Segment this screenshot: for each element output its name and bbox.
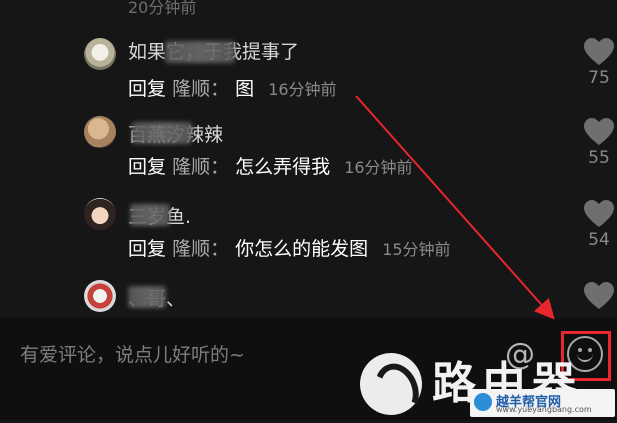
reply-target-name[interactable]: 隆顺： xyxy=(172,156,229,178)
like-count: 54 xyxy=(588,230,610,250)
reply-keyword: 回复 xyxy=(128,238,167,260)
comment-input[interactable]: 有爱评论，说点儿好听的~ xyxy=(20,340,245,367)
username-blur xyxy=(130,204,170,226)
watermark-logo-icon xyxy=(360,353,422,415)
heart-icon xyxy=(584,282,614,309)
avatar[interactable] xyxy=(84,280,116,312)
reply-message: 图 xyxy=(235,78,255,100)
heart-icon xyxy=(584,38,614,65)
reply-line[interactable]: 回复 隆顺： 你怎么的能发图 15分钟前 xyxy=(128,234,451,261)
like-count: 55 xyxy=(588,148,610,168)
reply-line[interactable]: 回复 隆顺： 图 16分钟前 xyxy=(128,74,337,101)
watermark-badge: 越羊帮官网 www.yueyangbang.com xyxy=(470,389,615,417)
like-button[interactable]: 54 xyxy=(582,200,616,250)
comment-time: 16分钟前 xyxy=(268,80,337,99)
like-button[interactable]: 75 xyxy=(582,38,616,88)
heart-icon xyxy=(584,200,614,227)
reply-keyword: 回复 xyxy=(128,156,167,178)
reply-keyword: 回复 xyxy=(128,78,167,100)
watermark: 路由器 越羊帮官网 www.yueyangbang.com xyxy=(360,345,617,420)
like-button[interactable]: 55 xyxy=(582,118,616,168)
reply-message: 怎么弄得我 xyxy=(235,156,331,178)
username-blur xyxy=(128,286,166,308)
reply-target-name[interactable]: 隆顺： xyxy=(172,238,229,260)
heart-icon xyxy=(584,118,614,145)
site-logo-icon xyxy=(474,393,492,411)
avatar[interactable] xyxy=(84,116,116,148)
username-blur xyxy=(165,41,235,63)
avatar[interactable] xyxy=(84,198,116,230)
like-button[interactable] xyxy=(582,282,616,310)
avatar[interactable] xyxy=(84,38,116,70)
reply-target-name[interactable]: 隆顺： xyxy=(172,78,229,100)
username-blur xyxy=(132,122,192,144)
reply-message: 你怎么的能发图 xyxy=(235,238,369,260)
like-count: 75 xyxy=(588,68,610,88)
reply-line[interactable]: 回复 隆顺： 怎么弄得我 16分钟前 xyxy=(128,152,413,179)
comment-feed: 20分钟前 如果它，于我提事了 回复 隆顺： 图 16分钟前 75 百燕汐辣辣 … xyxy=(0,0,617,318)
comment-time: 20分钟前 xyxy=(128,0,197,17)
comment-time: 15分钟前 xyxy=(382,240,451,259)
watermark-badge-url: www.yueyangbang.com xyxy=(496,405,592,414)
comment-time: 16分钟前 xyxy=(344,158,413,177)
